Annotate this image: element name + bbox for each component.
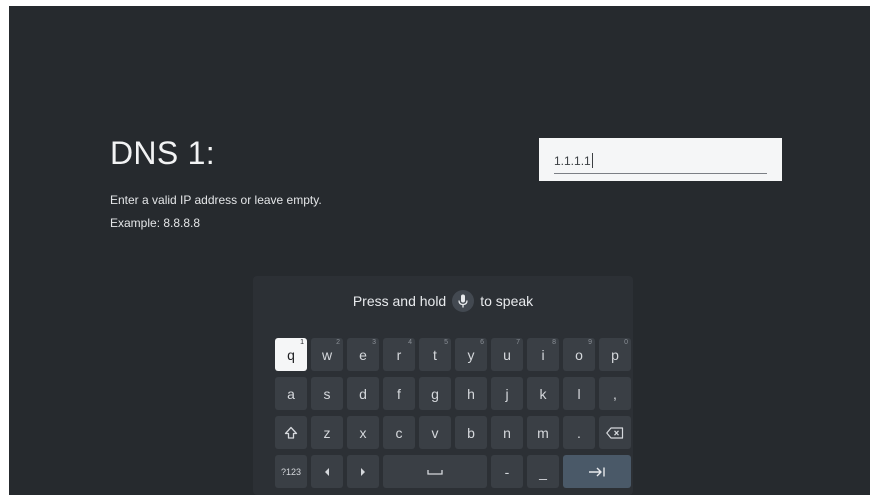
onscreen-keyboard: Press and hold to speak q1 w2 e3 r4 t5 y…	[253, 276, 633, 495]
key-label: z	[323, 424, 331, 441]
key-f[interactable]: f	[383, 377, 415, 410]
key-t[interactable]: t5	[419, 338, 451, 371]
key-label: m	[537, 424, 549, 441]
key-label: y	[467, 346, 475, 363]
key-label: e	[359, 346, 367, 363]
key-period[interactable]: .	[563, 416, 595, 449]
input-underline	[554, 173, 767, 174]
voice-hint-suffix: to speak	[480, 293, 534, 309]
key-label: p	[611, 346, 619, 363]
shift-key[interactable]	[275, 416, 307, 449]
key-h[interactable]: h	[455, 377, 487, 410]
key-label: d	[359, 385, 367, 402]
key-number-hint: 9	[588, 339, 592, 346]
key-label: s	[323, 385, 331, 402]
key-label: w	[321, 346, 333, 363]
cursor-right-key[interactable]	[347, 455, 379, 488]
key-x[interactable]: x	[347, 416, 379, 449]
key-z[interactable]: z	[311, 416, 343, 449]
key-label: j	[505, 385, 509, 402]
voice-hint: Press and hold to speak	[253, 289, 633, 313]
key-l[interactable]: l	[563, 377, 595, 410]
backspace-icon	[606, 426, 624, 439]
backspace-key[interactable]	[599, 416, 631, 449]
key-comma[interactable]: ,	[599, 377, 631, 410]
key-label: t	[433, 346, 437, 363]
space-icon	[427, 469, 443, 475]
shift-icon	[284, 426, 298, 439]
key-label: f	[397, 385, 401, 402]
key-q[interactable]: q1	[275, 338, 307, 371]
key-dash[interactable]: -	[491, 455, 523, 488]
key-r[interactable]: r4	[383, 338, 415, 371]
dns-input-value-wrap: 1.1.1.1	[554, 153, 593, 168]
key-label: _	[539, 463, 547, 480]
space-key[interactable]	[383, 455, 487, 488]
key-number-hint: 0	[624, 339, 628, 346]
dns-input-field[interactable]: 1.1.1.1	[539, 138, 782, 181]
key-a[interactable]: a	[275, 377, 307, 410]
key-label: x	[359, 424, 367, 441]
description-text: Enter a valid IP address or leave empty.	[110, 193, 322, 207]
key-label: o	[575, 346, 583, 363]
voice-hint-prefix: Press and hold	[352, 293, 447, 309]
text-caret	[591, 153, 593, 168]
caret-left-icon	[325, 467, 329, 476]
key-number-hint: 7	[516, 339, 520, 346]
key-i[interactable]: i8	[527, 338, 559, 371]
key-label: ?123	[280, 466, 302, 477]
key-label: q	[287, 346, 295, 363]
key-label: n	[503, 424, 511, 441]
key-g[interactable]: g	[419, 377, 451, 410]
key-s[interactable]: s	[311, 377, 343, 410]
key-u[interactable]: u7	[491, 338, 523, 371]
caret-right-icon	[361, 467, 365, 476]
key-label: -	[504, 463, 510, 480]
key-number-hint: 3	[372, 339, 376, 346]
key-n[interactable]: n	[491, 416, 523, 449]
key-label: i	[541, 346, 545, 363]
key-label: k	[539, 385, 547, 402]
key-label: l	[577, 385, 581, 402]
key-label: u	[503, 346, 511, 363]
key-o[interactable]: o9	[563, 338, 595, 371]
key-k[interactable]: k	[527, 377, 559, 410]
key-label: r	[396, 346, 402, 363]
key-label: g	[431, 385, 439, 402]
key-b[interactable]: b	[455, 416, 487, 449]
key-d[interactable]: d	[347, 377, 379, 410]
key-number-hint: 2	[336, 339, 340, 346]
key-number-hint: 5	[444, 339, 448, 346]
key-label: .	[577, 424, 581, 441]
key-underscore[interactable]: _	[527, 455, 559, 488]
key-y[interactable]: y6	[455, 338, 487, 371]
microphone-icon[interactable]	[452, 290, 475, 312]
key-w[interactable]: w2	[311, 338, 343, 371]
key-label: v	[431, 424, 439, 441]
key-number-hint: 4	[408, 339, 412, 346]
key-c[interactable]: c	[383, 416, 415, 449]
key-number-hint: 6	[480, 339, 484, 346]
tab-next-icon	[589, 467, 605, 476]
key-m[interactable]: m	[527, 416, 559, 449]
key-number-hint: 1	[300, 339, 304, 346]
cursor-left-key[interactable]	[311, 455, 343, 488]
key-p[interactable]: p0	[599, 338, 631, 371]
key-label: b	[467, 424, 475, 441]
key-label: ,	[613, 385, 617, 402]
symbols-key[interactable]: ?123	[275, 455, 307, 488]
key-number-hint: 8	[552, 339, 556, 346]
tv-screen: DNS 1: Enter a valid IP address or leave…	[9, 6, 870, 495]
key-j[interactable]: j	[491, 377, 523, 410]
key-label: h	[467, 385, 475, 402]
key-v[interactable]: v	[419, 416, 451, 449]
key-label: c	[395, 424, 403, 441]
next-key[interactable]	[563, 455, 631, 488]
key-label: a	[287, 385, 295, 402]
example-text: Example: 8.8.8.8	[110, 216, 201, 230]
dns-input-value: 1.1.1.1	[554, 154, 591, 168]
key-e[interactable]: e3	[347, 338, 379, 371]
page-title: DNS 1:	[110, 135, 215, 171]
